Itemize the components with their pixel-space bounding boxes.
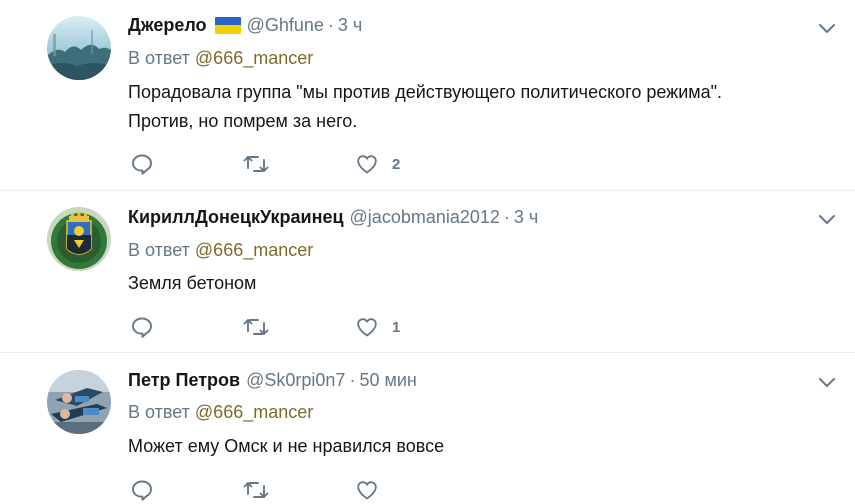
tweet-text-line: Против, но помрем за него. xyxy=(128,111,358,131)
reply-icon xyxy=(132,480,152,501)
avatar[interactable] xyxy=(47,370,111,434)
heart-icon xyxy=(357,318,377,337)
separator: · xyxy=(503,207,510,227)
reply-prefix: В ответ xyxy=(128,402,190,422)
timestamp[interactable]: 3 ч xyxy=(338,14,362,36)
heart-icon xyxy=(357,481,377,500)
display-name[interactable]: Джерело xyxy=(128,14,207,36)
retweet-icon xyxy=(243,319,269,335)
reply-button[interactable] xyxy=(130,314,154,340)
tweet-header: Джерело @Ghfune · 3 ч xyxy=(128,14,362,36)
mention-link[interactable]: @666_mancer xyxy=(195,240,313,260)
retweet-button[interactable] xyxy=(243,477,269,503)
mention-link[interactable]: @666_mancer xyxy=(195,402,313,422)
reply-prefix: В ответ xyxy=(128,240,190,260)
reply-context: В ответ @666_mancer xyxy=(128,47,313,69)
username[interactable]: @jacobmania2012 xyxy=(350,206,500,228)
reply-tweet[interactable]: Петр Петров @Sk0rpi0n7 · 50 мин В ответ … xyxy=(0,353,855,504)
tweet-text-line: Порадовала группа "мы против действующег… xyxy=(128,82,723,102)
retweet-button[interactable] xyxy=(243,151,269,177)
tweet-text-line: Земля бетоном xyxy=(128,273,257,293)
username[interactable]: @Ghfune xyxy=(247,14,324,36)
reply-tweet[interactable]: КириллДонецкУкраинец @jacobmania2012 · 3… xyxy=(0,191,855,353)
chevron-down-icon[interactable] xyxy=(817,21,837,35)
like-button[interactable] xyxy=(355,477,392,503)
like-count: 2 xyxy=(392,155,401,173)
heart-icon xyxy=(357,155,377,174)
like-button[interactable]: 1 xyxy=(355,314,400,340)
reply-icon xyxy=(132,154,152,175)
separator: · xyxy=(327,15,334,35)
action-bar xyxy=(130,477,450,503)
tweet-text-line: Может ему Омск и не нравился вовсе xyxy=(128,436,445,456)
display-name[interactable]: КириллДонецкУкраинец xyxy=(128,206,344,228)
avatar[interactable] xyxy=(47,16,111,80)
retweet-icon xyxy=(243,482,269,498)
reply-tweet[interactable]: Джерело @Ghfune · 3 ч В ответ @666_mance… xyxy=(0,0,855,191)
like-count: 1 xyxy=(392,318,401,336)
action-bar: 2 xyxy=(130,151,450,177)
retweet-icon xyxy=(243,156,269,172)
reply-prefix: В ответ xyxy=(128,48,190,68)
reply-button[interactable] xyxy=(130,477,154,503)
ukraine-flag-icon xyxy=(214,16,241,34)
tweet-header: Петр Петров @Sk0rpi0n7 · 50 мин xyxy=(128,369,417,391)
reply-context: В ответ @666_mancer xyxy=(128,401,313,423)
tweet-header: КириллДонецкУкраинец @jacobmania2012 · 3… xyxy=(128,206,538,228)
separator: · xyxy=(349,370,356,390)
like-button[interactable]: 2 xyxy=(355,151,400,177)
reply-icon xyxy=(132,317,152,338)
display-name[interactable]: Петр Петров xyxy=(128,369,240,391)
chevron-down-icon[interactable] xyxy=(817,375,837,389)
mention-link[interactable]: @666_mancer xyxy=(195,48,313,68)
username[interactable]: @Sk0rpi0n7 xyxy=(246,369,345,391)
timestamp[interactable]: 3 ч xyxy=(514,206,538,228)
avatar[interactable] xyxy=(47,207,111,271)
chevron-down-icon[interactable] xyxy=(817,212,837,226)
reply-button[interactable] xyxy=(130,151,154,177)
reply-context: В ответ @666_mancer xyxy=(128,239,313,261)
action-bar: 1 xyxy=(130,314,450,340)
timestamp[interactable]: 50 мин xyxy=(359,369,416,391)
retweet-button[interactable] xyxy=(243,314,269,340)
